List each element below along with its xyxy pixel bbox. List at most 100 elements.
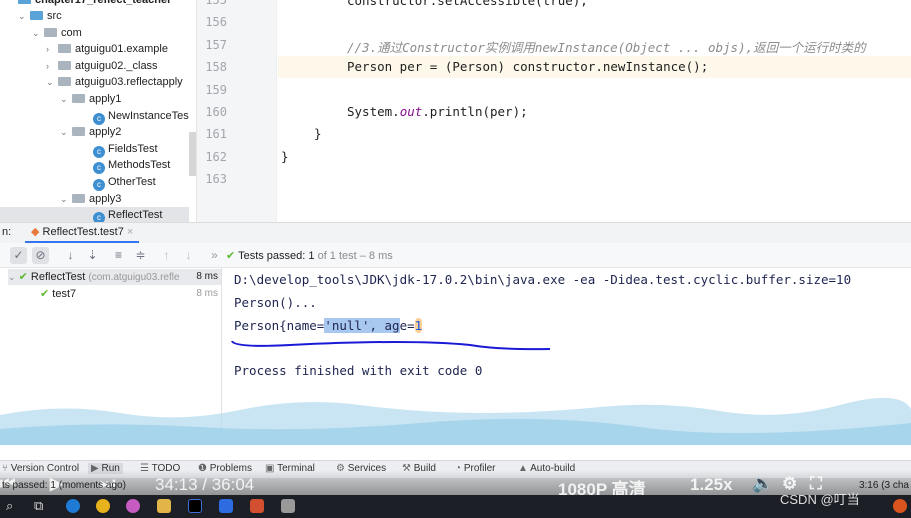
console-token: e= [399,318,415,333]
chevron-right-icon[interactable]: › [46,58,58,75]
test-node-test7[interactable]: ✔ test7 8 ms [40,286,221,302]
tree-item-label: src [47,10,62,22]
tree-item-label: NewInstanceTes [108,109,189,122]
app-icon[interactable] [250,499,264,513]
line-number: 156 [205,15,227,30]
tree-item-label: atguigu01.example [75,43,168,56]
code-editor[interactable]: constructor.setAccessible(true); //3.通过C… [278,0,911,222]
test-time: 8 ms [196,271,218,282]
code-line-157: //3.通过Constructor实例调用newInstance(Object … [347,40,866,55]
video-controls: ⏮ ▶ ⏭ 34:13 / 36:04 1080P 高清 1.25x 🔈 ⚙ ⛶ [0,470,911,499]
typora-icon[interactable] [281,499,295,513]
tree-item-label: MethodsTest [108,159,171,172]
test-status: ✔ Tests passed: 1 of 1 test – 8 ms [226,249,393,262]
test-node-reflecttest[interactable]: ⌄ ✔ ReflectTest (com.atguigu03.refle 8 m… [8,269,221,285]
sort-duration-icon[interactable]: ⇣ [84,247,101,264]
code-token: .println(per); [422,104,528,119]
next-failed-icon[interactable]: ↓ [180,247,197,264]
tree-item[interactable]: ⌄ apply2 [60,124,121,141]
chrome-icon[interactable] [96,499,110,513]
tree-item-label: apply1 [89,93,122,105]
task-view-icon[interactable]: ⧉ [34,498,43,514]
tree-item[interactable]: › atguigu01.example [46,41,168,58]
speed-button[interactable]: 1.25x [690,475,733,495]
tab-label: ReflectTest.test7 [42,226,124,238]
line-number: 162 [205,149,227,164]
console-token: 1 [414,318,423,333]
chevron-down-icon[interactable]: ⌄ [60,191,72,208]
code-line-161: } [314,126,322,141]
edge-icon[interactable] [66,499,80,513]
code-token: out [399,104,423,119]
line-number: 157 [205,37,227,52]
csdn-watermark: CSDN @叮当 [780,492,860,507]
test-package: (com.atguigu03.refle [88,272,180,283]
volume-icon[interactable]: 🔈 [752,474,773,494]
folder-icon [58,77,71,87]
chevron-right-icon[interactable]: › [46,41,58,58]
code-token: System. [347,104,400,119]
more-icon[interactable]: » [206,247,223,264]
show-passed-icon[interactable]: ✓ [10,247,27,264]
test-name: test7 [52,288,77,300]
intellij-icon[interactable] [188,499,202,513]
console-command-line: D:\develop_tools\JDK\jdk-17.0.2\bin\java… [234,272,852,287]
tree-scrollbar[interactable] [189,132,196,176]
p-app-icon[interactable] [219,499,233,513]
search-icon[interactable]: ⌕ [6,498,13,514]
project-root-label: chapter17_reflect_teacher [35,0,172,6]
chevron-down-icon[interactable]: ⌄ [46,74,58,91]
line-number: 161 [205,127,227,142]
tree-item[interactable]: ⌄ apply3 [60,191,121,208]
tray-icon[interactable] [893,499,907,513]
line-number: 160 [205,105,227,119]
expand-all-icon[interactable]: ≡ [110,247,127,264]
console-token: Person{name= [234,318,325,333]
tree-item[interactable]: c FieldsTest [93,141,158,158]
line-number: 159 [205,82,227,97]
prev-failed-icon[interactable]: ↑ [158,247,175,264]
line-number: 158 [205,60,227,75]
tree-item-label: atguigu03.reflectapply [75,76,183,89]
selected-text: 'null', ag [324,318,400,333]
folder-icon [72,193,85,203]
chevron-down-icon[interactable]: ⌄ [18,8,30,25]
chevron-down-icon[interactable]: ⌄ [60,124,72,141]
sort-alpha-icon[interactable]: ↓ [62,247,79,264]
show-ignored-icon[interactable]: ⊘ [32,247,49,264]
console-line: Person()... [234,295,317,310]
video-time: 34:13 / 36:04 [155,475,255,494]
tree-item[interactable]: ⌄ apply1 [60,91,121,108]
close-tab-icon[interactable]: × [127,226,133,238]
console-exit-line: Process finished with exit code 0 [234,363,483,378]
run-tab-bar: n: ◆ ReflectTest.test7 × [0,222,911,244]
tree-item[interactable]: c NewInstanceTes [93,108,189,125]
chevron-down-icon[interactable]: ⌄ [60,91,72,108]
tree-item[interactable]: ⌄ com [32,25,82,42]
tree-item[interactable]: c OtherTest [93,174,156,191]
tree-item-label: OtherTest [108,176,156,188]
tests-summary: of 1 test – 8 ms [314,250,393,262]
tree-item-label: ReflectTest [108,209,163,222]
tree-item[interactable]: c MethodsTest [93,157,171,175]
tree-item[interactable]: › atguigu02._class [46,58,158,75]
run-label: n: [2,226,12,238]
folder-icon [58,44,71,54]
browser-icon[interactable] [126,499,140,513]
line-number: 155 [205,0,227,7]
file-explorer-icon[interactable] [157,499,171,513]
chevron-down-icon[interactable]: ⌄ [32,25,44,42]
folder-icon [44,27,57,37]
folder-icon [72,94,85,103]
console-line: Person{name='null', age=1 [234,318,423,333]
line-number: 163 [205,172,227,187]
tests-passed-label: Tests passed: 1 [238,250,315,262]
tab-reflecttest-test7[interactable]: ◆ ReflectTest.test7 × [25,223,140,244]
collapse-all-icon[interactable]: ≑ [132,247,149,264]
tree-item[interactable]: ⌄ src [18,8,62,25]
tree-item[interactable]: ⌄ atguigu03.reflectapply [46,74,183,91]
code-line-160: System.out.println(per); [347,104,528,119]
code-line-162: } [281,149,289,164]
project-tree: chapter17_reflect_teacher ⌄ src ⌄ com › atgui… [0,0,197,225]
folder-icon [30,11,43,20]
